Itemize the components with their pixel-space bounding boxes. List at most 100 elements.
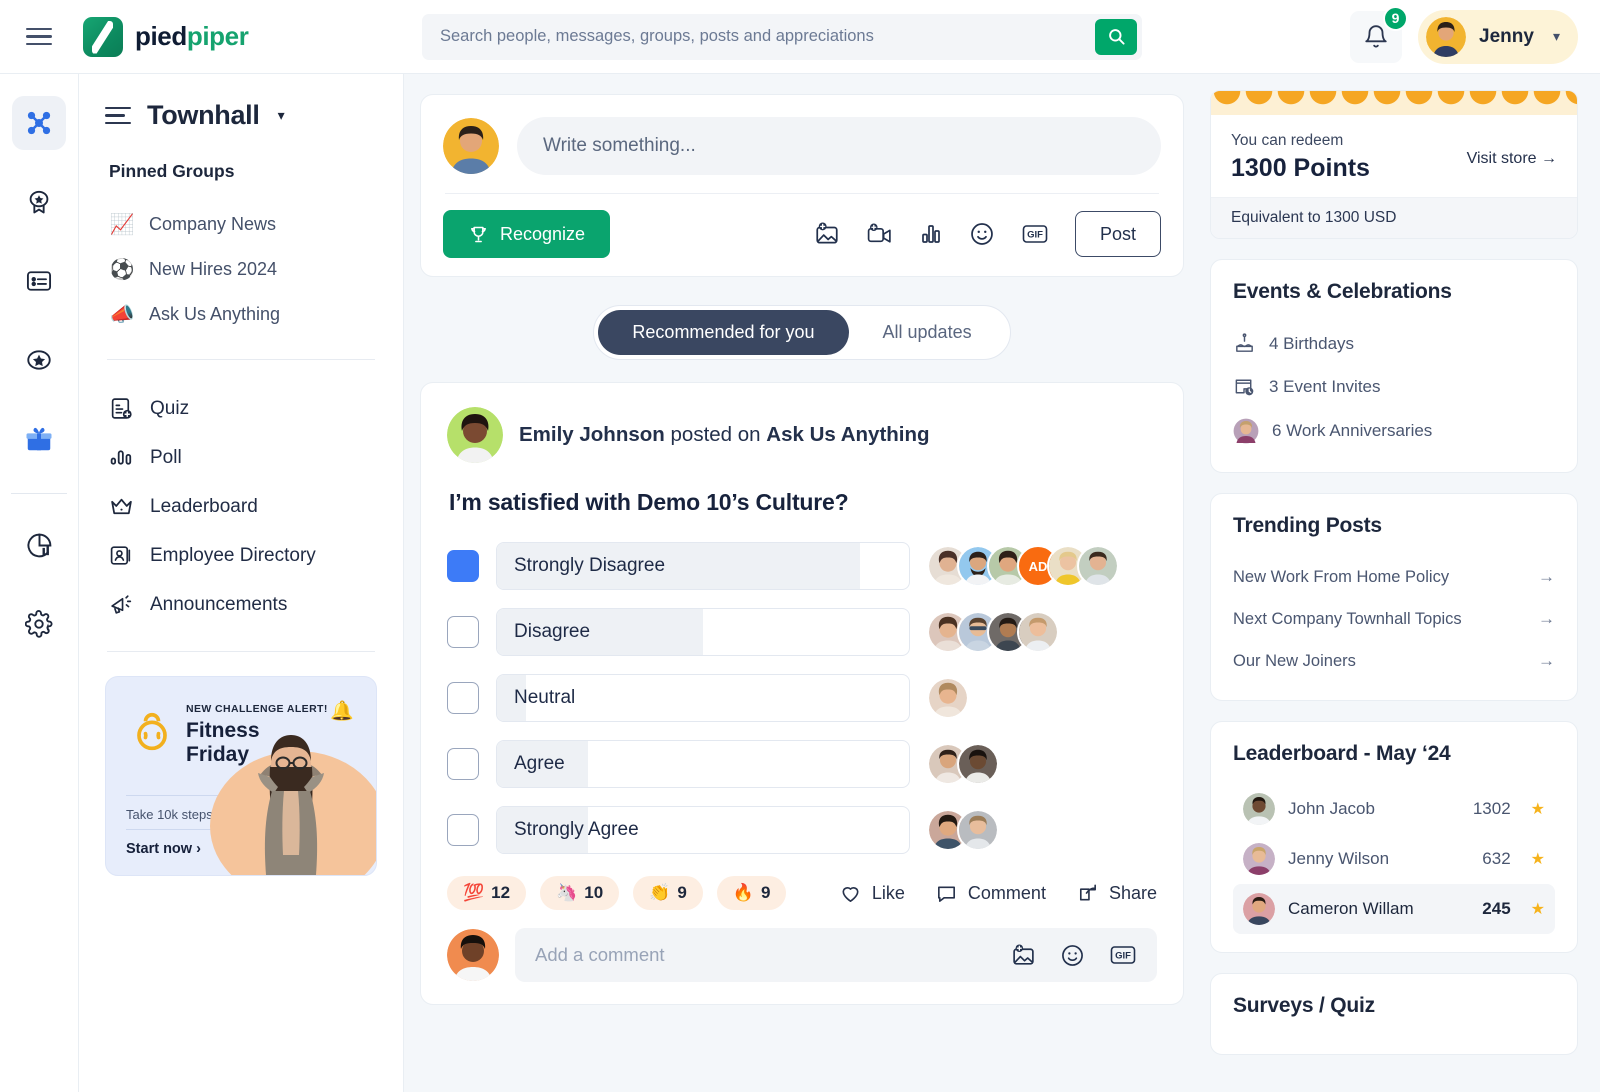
star-icon: ★ (1530, 901, 1545, 918)
sidebar-item-announcements[interactable]: Announcements (105, 580, 377, 629)
points-body: You can redeem 1300 Points Visit store → (1211, 115, 1577, 197)
sidebar-item-ask-us-anything[interactable]: 📣 Ask Us Anything (105, 292, 377, 337)
comment-input[interactable] (535, 944, 1011, 966)
rail-item-awards[interactable] (12, 175, 66, 229)
pie-chart-icon (27, 533, 51, 557)
sidebar-item-leaderboard[interactable]: Leaderboard (105, 482, 377, 531)
poll-option-label-4: Strongly Agree (514, 819, 639, 840)
trending-item-label: Next Company Townhall Topics (1233, 609, 1462, 628)
comment-gif-button[interactable]: GIF (1109, 943, 1137, 967)
avatar (1426, 16, 1467, 57)
comment-button[interactable]: Comment (935, 882, 1046, 905)
create-poll-button[interactable] (919, 222, 943, 246)
piedpiper-logo-icon (83, 16, 123, 57)
hamburger-icon[interactable] (26, 23, 56, 50)
rail-item-analytics[interactable] (12, 518, 66, 572)
rail-item-list[interactable] (12, 254, 66, 308)
poll-option-checkbox-3[interactable] (447, 748, 479, 780)
poll-voter-avatars-0: AD (927, 545, 1119, 587)
events-title: Events & Celebrations (1233, 280, 1452, 303)
sidebar-menu-icon[interactable] (105, 102, 131, 130)
poll-option-checkbox-1[interactable] (447, 616, 479, 648)
sidebar-item-label: Employee Directory (150, 544, 316, 566)
leaderboard-row[interactable]: Cameron Willam 245 ★ (1233, 884, 1555, 934)
events-item-anniversaries[interactable]: 6 Work Anniversaries (1233, 408, 1555, 454)
soccer-ball-icon: ⚽ (109, 259, 135, 281)
sidebar-item-quiz[interactable]: Quiz (105, 384, 377, 433)
sidebar-item-poll[interactable]: Poll (105, 433, 377, 482)
composer-input[interactable] (517, 117, 1161, 175)
user-menu[interactable]: Jenny ▾ (1418, 9, 1578, 64)
add-image-button[interactable] (814, 221, 840, 247)
post-button[interactable]: Post (1074, 211, 1161, 257)
rail-item-star[interactable] (12, 333, 66, 387)
poll-option-checkbox-0[interactable] (447, 550, 479, 582)
poll-option-bar-4[interactable]: Strongly Agree (496, 806, 910, 854)
sidebar-item-label: Leaderboard (150, 495, 258, 517)
right-sidebar: You can redeem 1300 Points Visit store →… (1210, 74, 1600, 1092)
visit-store-link[interactable]: Visit store → (1467, 150, 1557, 168)
rail-item-hub[interactable] (12, 96, 66, 150)
sidebar-divider (107, 359, 375, 360)
sidebar-item-employee-directory[interactable]: Employee Directory (105, 531, 377, 580)
poll-option-checkbox-2[interactable] (447, 682, 479, 714)
leaderboard-name: Jenny Wilson (1288, 849, 1390, 868)
reaction-emoji: 🦄 (556, 883, 578, 902)
reaction-chip[interactable]: 💯 12 (447, 876, 527, 910)
list-card-icon (26, 271, 52, 291)
leaderboard-points: 245 (1482, 899, 1511, 918)
leaderboard-row[interactable]: John Jacob 1302 ★ (1233, 784, 1555, 834)
comment-emoji-button[interactable] (1060, 943, 1085, 968)
global-search (422, 13, 1142, 60)
search-button[interactable] (1095, 18, 1137, 55)
emoji-button[interactable] (969, 221, 995, 247)
poll-option-bar-1[interactable]: Disagree (496, 608, 910, 656)
post-group-name[interactable]: Ask Us Anything (766, 423, 929, 446)
promo-card-fitness-friday[interactable]: NEW CHALLENGE ALERT! Fitness Friday 🔔 Ta… (105, 676, 377, 876)
trending-item[interactable]: Our New Joiners → (1233, 640, 1555, 682)
events-item-label: 3 Event Invites (1269, 376, 1381, 396)
tab-recommended[interactable]: Recommended for you (598, 310, 849, 355)
gif-button[interactable]: GIF (1021, 222, 1049, 246)
search-input[interactable] (422, 27, 1095, 46)
trending-item-label: New Work From Home Policy (1233, 567, 1450, 586)
rail-item-rewards[interactable] (12, 412, 66, 466)
gif-icon: GIF (1110, 946, 1136, 964)
composer-avatar (443, 118, 499, 174)
notifications-button[interactable]: 9 (1350, 5, 1409, 63)
like-button[interactable]: Like (839, 882, 905, 905)
chevron-down-icon[interactable]: ▾ (278, 107, 285, 124)
reaction-chip[interactable]: 🦄 10 (540, 876, 620, 910)
sidebar-item-label: New Hires 2024 (149, 259, 278, 279)
add-video-button[interactable] (866, 221, 893, 247)
trending-item[interactable]: New Work From Home Policy → (1233, 556, 1555, 598)
recognize-button[interactable]: Recognize (443, 210, 611, 258)
avatar-icon (1233, 418, 1259, 444)
events-item-birthdays[interactable]: 4 Birthdays (1233, 322, 1555, 365)
post-action-buttons: Like Comment Share (839, 882, 1157, 905)
reaction-chip[interactable]: 🔥 9 (716, 876, 787, 910)
sidebar-item-company-news[interactable]: 📈 Company News (105, 202, 377, 247)
poll-option-label-3: Agree (514, 753, 565, 774)
poll-voter-avatars-3 (927, 743, 999, 785)
promo-illustration (258, 735, 324, 875)
brand-logo[interactable]: piedpiper (83, 16, 249, 57)
poll-option-bar-0[interactable]: Strongly Disagree (496, 542, 910, 590)
events-item-invites[interactable]: 3 Event Invites (1233, 365, 1555, 408)
share-button[interactable]: Share (1076, 882, 1157, 905)
share-icon (1079, 884, 1096, 901)
comment-add-image-button[interactable] (1011, 943, 1036, 968)
leaderboard-row[interactable]: Jenny Wilson 632 ★ (1233, 834, 1555, 884)
poll-option-bar-2[interactable]: Neutral (496, 674, 910, 722)
reaction-chip[interactable]: 👏 9 (633, 876, 703, 910)
poll-option-bar-3[interactable]: Agree (496, 740, 910, 788)
tab-all-updates[interactable]: All updates (849, 310, 1006, 355)
poll-option-checkbox-4[interactable] (447, 814, 479, 846)
promo-cta[interactable]: Start now › (126, 841, 201, 857)
poll-option-row: Strongly Disagree AD (447, 542, 1157, 590)
sidebar-item-new-hires[interactable]: ⚽ New Hires 2024 (105, 247, 377, 292)
composer-tools: GIF Post (814, 211, 1161, 257)
trending-item[interactable]: Next Company Townhall Topics → (1233, 598, 1555, 640)
comment-tools: GIF (1011, 943, 1137, 968)
rail-item-settings[interactable] (12, 597, 66, 651)
